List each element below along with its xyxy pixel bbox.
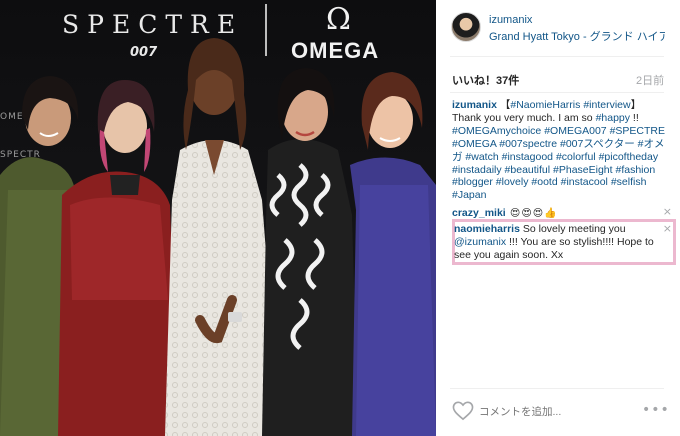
hashtag-link[interactable]: #Japan xyxy=(452,189,486,201)
post-time[interactable]: 2日前 xyxy=(636,72,664,88)
post-username[interactable]: izumanix xyxy=(489,14,532,26)
post-header: izumanix Grand Hyatt Tokyo - グランド ハイアット東… xyxy=(436,0,680,56)
hashtag-link[interactable]: #ootd xyxy=(531,176,557,188)
hashtag-link[interactable]: #SPECTRE xyxy=(610,125,665,137)
hashtag-link[interactable]: #interview xyxy=(583,99,630,111)
hashtag-link[interactable]: #lovely xyxy=(496,176,529,188)
hashtag-link[interactable]: #beautiful xyxy=(505,164,551,176)
hashtag-link[interactable]: #OMEGA007 xyxy=(544,125,606,137)
hashtag-link[interactable]: #OMEGAmychoice xyxy=(452,125,541,137)
comment-username[interactable]: naomieharris xyxy=(454,223,520,235)
person-patterned-dress xyxy=(262,68,358,436)
comment-text: 😍😍😍👍 xyxy=(505,208,558,220)
comment-text: !! xyxy=(630,111,639,124)
hashtag-link[interactable]: #fashion xyxy=(615,164,655,176)
hashtag-link[interactable]: #PhaseEight xyxy=(553,164,613,176)
more-options-icon[interactable]: ••• xyxy=(642,402,670,418)
person-red-dress xyxy=(58,80,178,436)
highlighted-comment: naomieharris So lovely meeting you @izum… xyxy=(454,222,672,262)
post-sidebar: izumanix Grand Hyatt Tokyo - グランド ハイアット東… xyxy=(436,0,680,436)
hashtag-link[interactable]: #instacool xyxy=(561,176,608,188)
hashtag-link[interactable]: #watch xyxy=(465,151,498,163)
comment-username[interactable]: crazy_miki xyxy=(452,207,506,219)
hashtag-link[interactable]: #selfish xyxy=(611,176,647,188)
likes-divider xyxy=(450,92,664,93)
hashtag-link[interactable]: #NaomieHarris xyxy=(510,99,580,111)
person-white-dress xyxy=(165,38,280,436)
delete-comment-icon[interactable]: × xyxy=(663,222,672,235)
add-comment-input[interactable] xyxy=(479,406,629,418)
hashtag-link[interactable]: #instagood xyxy=(502,151,553,163)
hashtag-link[interactable]: #happy xyxy=(596,112,630,124)
hashtag-link[interactable]: #blogger xyxy=(452,176,493,188)
like-count[interactable]: いいね！37件 xyxy=(452,72,519,88)
comments-list: izumanix 【#NaomieHarris #interview】 Than… xyxy=(452,99,672,221)
hashtag-link[interactable]: #instadaily xyxy=(452,164,502,176)
group-photo-people xyxy=(0,38,436,436)
footer-divider xyxy=(450,388,664,389)
post-footer: ••• xyxy=(436,396,680,436)
hashtag-link[interactable]: #007スペクター xyxy=(560,138,635,150)
hashtag-link[interactable]: #colorful xyxy=(556,151,596,163)
heart-icon[interactable] xyxy=(452,401,474,421)
person-purple-dress xyxy=(350,72,436,436)
delete-comment-icon[interactable]: × xyxy=(663,205,672,219)
hashtag-link[interactable]: #007spectre xyxy=(499,138,557,150)
caption-comment: izumanix 【#NaomieHarris #interview】 Than… xyxy=(452,99,666,202)
comment-username[interactable]: izumanix xyxy=(452,99,497,111)
mention-link[interactable]: @izumanix xyxy=(454,236,506,248)
post-photo[interactable]: SPECTRE 007 Ω OMEGA OMEGA SPECTR OM xyxy=(0,0,436,436)
comment-text: So lovely meeting you xyxy=(519,223,626,235)
user-avatar[interactable] xyxy=(451,12,481,42)
post-location[interactable]: Grand Hyatt Tokyo - グランド ハイアット東京 xyxy=(489,28,665,44)
hashtag-link[interactable]: #OMEGA xyxy=(452,138,496,150)
comment-text: 【 xyxy=(499,99,511,111)
hashtag-link[interactable]: #picoftheday xyxy=(599,151,659,163)
header-divider xyxy=(450,56,664,57)
